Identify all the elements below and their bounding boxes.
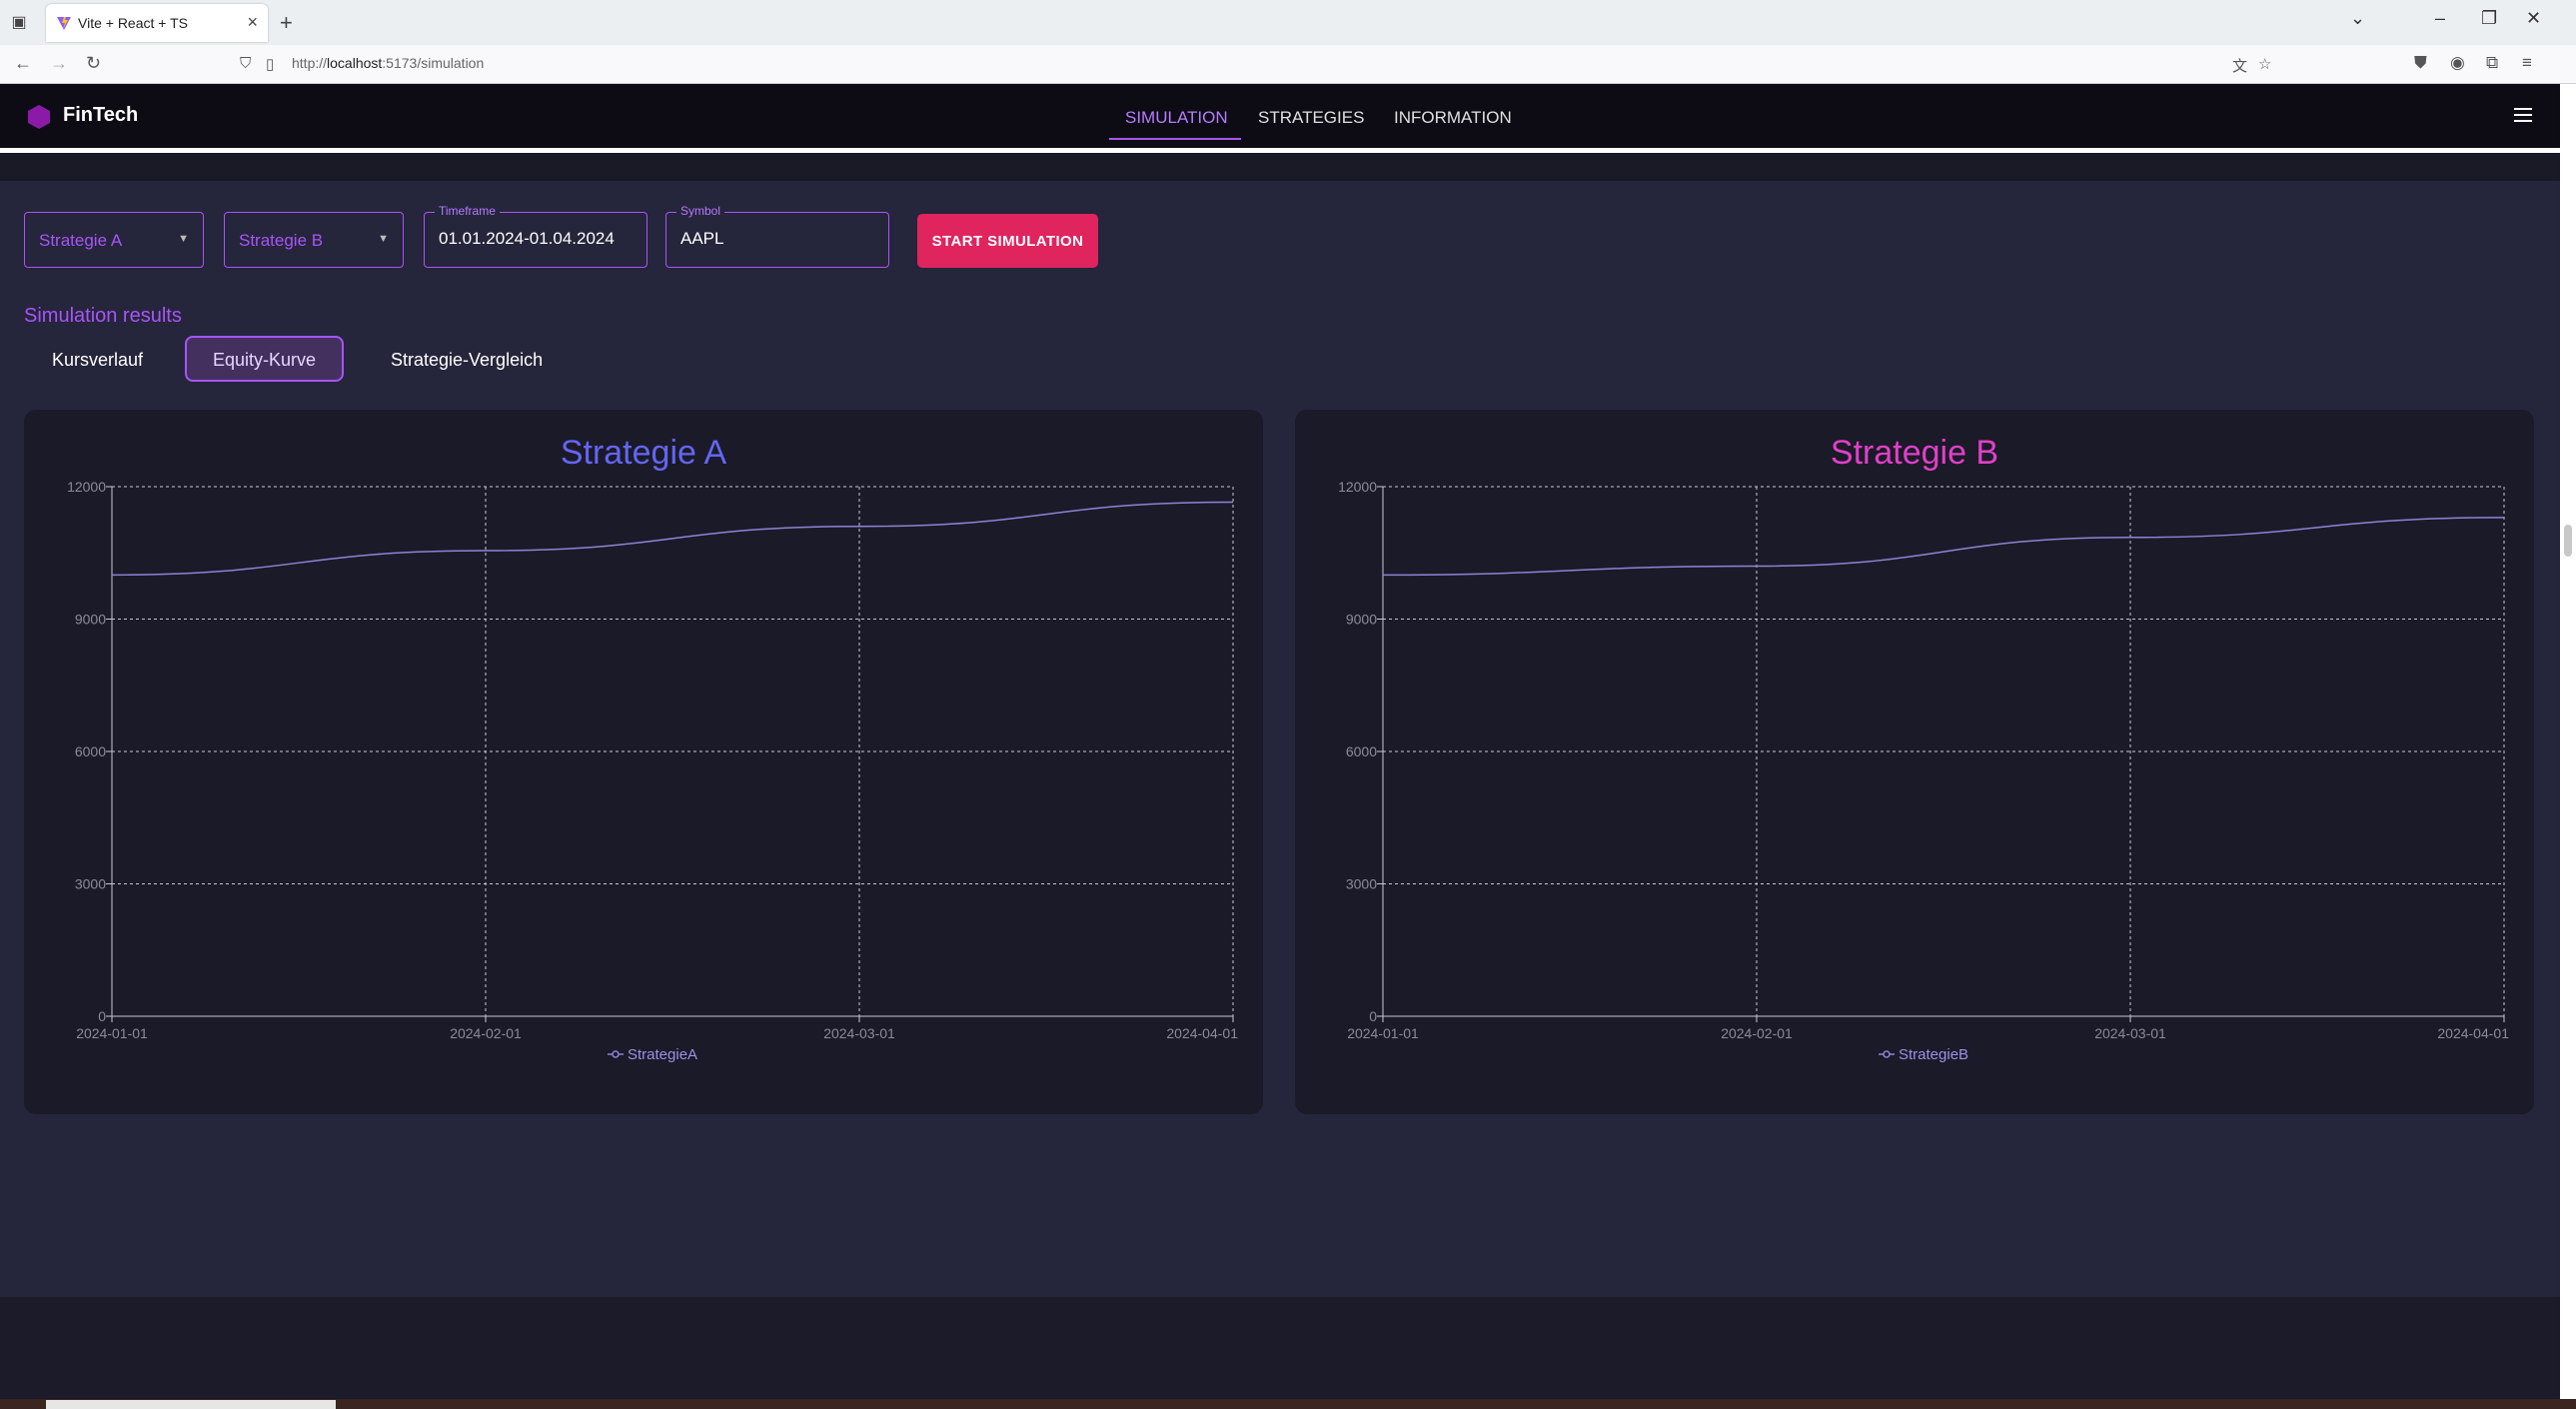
legend-label: StrategieA [628, 1046, 697, 1063]
legend-marker-icon [612, 1050, 620, 1058]
active-nav-indicator [1109, 138, 1241, 140]
minimize-icon[interactable]: – [2435, 8, 2445, 29]
start-simulation-button[interactable]: START SIMULATION [917, 214, 1098, 268]
chart-card-strategie-b: Strategie B 0 3000 6000 9000 12000 2024-01-01… [1295, 410, 2534, 1114]
url-prefix: http:// [292, 55, 328, 71]
x-tick-label: 2024-03-01 [2094, 1025, 2166, 1041]
url-text[interactable]: http://localhost:5173/simulation [292, 55, 484, 71]
bookmark-star-icon[interactable]: ☆ [2258, 55, 2271, 73]
x-tick-label: 2024-03-01 [823, 1025, 895, 1041]
x-tick-label: 2024-04-01 [1166, 1025, 1238, 1041]
translate-icon[interactable]: 文 [2232, 55, 2247, 76]
url-host: localhost [327, 55, 383, 71]
brand-name[interactable]: FinTech [63, 104, 138, 127]
caret-down-icon: ▼ [178, 233, 189, 245]
page-scrollbar[interactable] [2560, 84, 2576, 1399]
timeframe-field[interactable]: Timeframe [424, 204, 647, 268]
legend-marker-icon [1883, 1050, 1891, 1058]
page-icon[interactable]: ▯ [266, 55, 274, 73]
pocket-icon[interactable]: ⛊ [2414, 53, 2427, 73]
symbol-field[interactable]: Symbol [665, 204, 889, 268]
page-footer-area [0, 1297, 2560, 1399]
hamburger-menu-icon[interactable] [2514, 108, 2536, 124]
caret-down-icon: ▼ [378, 233, 389, 245]
y-tick-label: 6000 [1346, 743, 1377, 759]
nav-information[interactable]: INFORMATION [1394, 108, 1512, 128]
legend-label: StrategieB [1899, 1046, 1968, 1063]
browser-tab[interactable]: Vite + React + TS × [46, 4, 268, 42]
y-tick-label: 9000 [75, 612, 106, 628]
forward-icon[interactable]: → [50, 53, 68, 74]
tab-overflow-chevron-icon[interactable]: ⌄ [2350, 8, 2365, 29]
nav-strategies[interactable]: STRATEGIES [1258, 108, 1364, 128]
equity-chart-a: 0 3000 6000 9000 12000 2024-01-01 2024-02-01 20… [67, 479, 1238, 1063]
x-tick-label: 2024-01-01 [1347, 1025, 1419, 1041]
tab-title: Vite + React + TS [78, 15, 188, 31]
logo-hexagon-icon [28, 105, 50, 129]
x-tick-label: 2024-02-01 [1721, 1025, 1793, 1041]
results-title: Simulation results [24, 305, 182, 327]
taskbar-search[interactable] [46, 1400, 336, 1409]
equity-chart-b: 0 3000 6000 9000 12000 2024-01-01 2024-02-01 20… [1338, 479, 2509, 1063]
strategy-a-select[interactable]: Strategie A ▼ [24, 212, 204, 268]
extensions-icon[interactable]: ⧉ [2486, 53, 2498, 73]
strategy-b-select[interactable]: Strategie B ▼ [224, 212, 404, 268]
url-path: :5173/simulation [382, 55, 485, 71]
tab-kursverlauf[interactable]: Kursverlauf [24, 336, 171, 382]
timeframe-input[interactable] [439, 229, 634, 249]
scrollbar-thumb[interactable] [2564, 525, 2572, 557]
symbol-input[interactable] [680, 229, 875, 249]
content-top-band [0, 153, 2560, 181]
back-icon[interactable]: ← [14, 53, 32, 74]
x-tick-label: 2024-04-01 [2437, 1025, 2509, 1041]
timeframe-label: Timeframe [435, 204, 500, 218]
url-bar[interactable]: ⛉ ▯ http://localhost:5173/simulation 文 ☆ [236, 49, 2284, 79]
nav-simulation[interactable]: SIMULATION [1125, 108, 1228, 128]
browser-nav-bar: ← → ↻ ⛉ ▯ http://localhost:5173/simulati… [0, 45, 2576, 84]
strategy-a-value: Strategie A [39, 231, 123, 250]
y-tick-label: 9000 [1346, 612, 1377, 628]
tab-list-icon[interactable]: ▣ [8, 12, 30, 34]
y-tick-label: 0 [1369, 1008, 1377, 1024]
browser-tab-bar: ▣ Vite + React + TS × + ⌄ – ❐ ✕ [0, 0, 2576, 45]
browser-menu-icon[interactable]: ≡ [2522, 53, 2532, 73]
account-icon[interactable]: ◉ [2450, 53, 2465, 73]
tab-equity-kurve[interactable]: Equity-Kurve [185, 336, 345, 382]
series-line-StrategieB [1382, 517, 2505, 577]
y-tick-label: 6000 [75, 743, 106, 759]
symbol-label: Symbol [676, 204, 725, 218]
x-tick-label: 2024-01-01 [76, 1025, 148, 1041]
vite-favicon-icon [57, 17, 71, 30]
y-tick-label: 3000 [75, 876, 106, 892]
y-tick-label: 12000 [1338, 479, 1377, 495]
shield-icon[interactable]: ⛉ [240, 55, 251, 72]
close-window-icon[interactable]: ✕ [2526, 8, 2541, 29]
strategy-b-value: Strategie B [239, 231, 324, 250]
y-tick-label: 0 [98, 1008, 106, 1024]
app-header: FinTech SIMULATION STRATEGIES INFORMATIO… [0, 84, 2560, 148]
x-tick-label: 2024-02-01 [450, 1025, 522, 1041]
tab-strategie-vergleich[interactable]: Strategie-Vergleich [363, 336, 571, 382]
chart-card-strategie-a: Strategie A 0 3000 6000 9000 12000 2024-01-01… [24, 410, 1263, 1114]
os-taskbar [0, 1399, 2576, 1409]
tab-close-icon[interactable]: × [247, 12, 258, 33]
new-tab-icon[interactable]: + [280, 10, 293, 36]
y-tick-label: 3000 [1346, 876, 1377, 892]
restore-icon[interactable]: ❐ [2481, 8, 2497, 29]
y-tick-label: 12000 [67, 479, 106, 495]
reload-icon[interactable]: ↻ [86, 53, 101, 74]
series-line-StrategieA [111, 501, 1234, 577]
